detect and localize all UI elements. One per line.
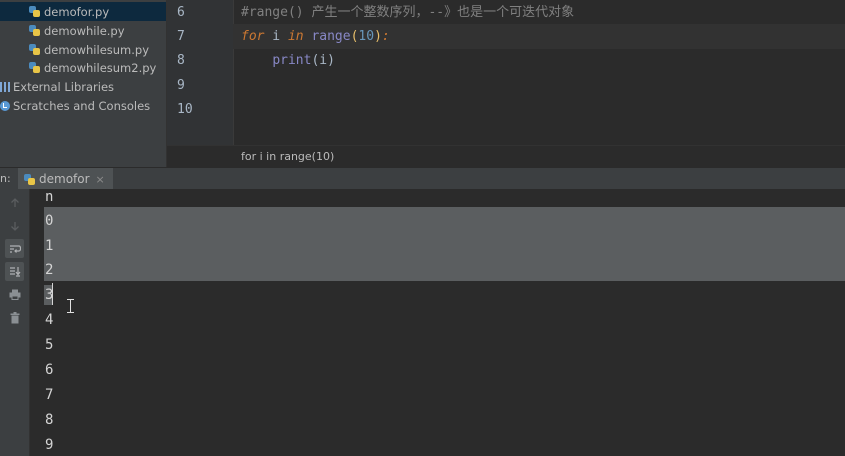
print-icon[interactable]	[5, 285, 24, 304]
code-line-7[interactable]: for i in range(10):	[233, 24, 845, 49]
python-file-icon	[29, 62, 40, 73]
range-function: range	[303, 29, 351, 44]
print-function: print	[272, 53, 312, 68]
scroll-to-end-icon[interactable]	[5, 262, 24, 281]
project-tree: demofor.py demowhile.py demowhilesum.py …	[0, 0, 167, 167]
python-file-icon	[29, 44, 40, 55]
arrow-up-icon[interactable]	[5, 193, 24, 212]
close-icon[interactable]: ×	[96, 173, 105, 186]
text-caret	[52, 283, 53, 305]
code-line-8[interactable]: print(i)	[241, 48, 845, 73]
console-line: 3	[45, 287, 54, 303]
run-tab-label: demofor	[39, 172, 90, 186]
run-toolbar	[0, 189, 30, 456]
console-line: 7	[45, 387, 54, 403]
console-line: 5	[45, 337, 54, 353]
text-cursor-icon	[66, 299, 75, 313]
tree-item-demowhile[interactable]: demowhile.py	[29, 21, 125, 40]
tree-item-demowhilesum[interactable]: demowhilesum.py	[29, 40, 149, 59]
code-line-6[interactable]: #range() 产生一个整数序列，--》也是一个可迭代对象	[241, 0, 845, 25]
range-argument: 10	[358, 29, 375, 44]
console-line: 6	[45, 362, 54, 378]
tree-item-label: demowhilesum2.py	[44, 60, 157, 75]
console-line: n	[45, 189, 54, 205]
console-line: 1	[45, 238, 54, 254]
loop-variable: i	[264, 29, 288, 44]
line-number: 9	[177, 78, 185, 93]
arrow-down-icon[interactable]	[5, 216, 24, 235]
keyword-in: in	[287, 29, 304, 44]
line-number: 7	[177, 29, 185, 44]
run-label: n:	[0, 172, 10, 185]
console-line: 2	[45, 262, 54, 278]
tree-item-label: demofor.py	[44, 4, 110, 19]
console-line: 8	[45, 412, 54, 428]
close-paren: )	[374, 29, 382, 44]
python-file-icon	[29, 6, 40, 17]
breadcrumb[interactable]: for i in range(10)	[167, 145, 845, 168]
comment-text: #range() 产生一个整数序列，--》也是一个可迭代对象	[241, 5, 575, 20]
tree-item-scratches[interactable]: Scratches and Consoles	[0, 96, 150, 115]
line-number: 10	[177, 102, 193, 117]
print-arguments: (i)	[311, 53, 335, 68]
tree-item-demowhilesum2[interactable]: demowhilesum2.py	[29, 58, 156, 77]
code-editor[interactable]: 6 7 8 9 10 #range() 产生一个整数序列，--》也是一个可迭代对…	[167, 0, 845, 168]
trash-icon[interactable]	[5, 308, 24, 327]
tree-item-label: demowhilesum.py	[44, 42, 150, 57]
line-number: 6	[177, 5, 185, 20]
tree-item-label: demowhile.py	[44, 23, 125, 38]
python-file-icon	[24, 173, 35, 185]
scratch-icon	[0, 100, 10, 111]
tree-item-external-libraries[interactable]: External Libraries	[0, 77, 114, 96]
soft-wrap-icon[interactable]	[5, 239, 24, 258]
line-number: 8	[177, 53, 185, 68]
keyword-for: for	[241, 29, 265, 44]
console-line: 4	[45, 312, 54, 328]
run-tool-window-header: n: demofor ×	[0, 167, 845, 190]
python-file-icon	[29, 25, 40, 36]
tree-item-demofor[interactable]: demofor.py	[0, 2, 166, 21]
tree-item-label: Scratches and Consoles	[13, 98, 151, 113]
run-console-output[interactable]: n 0 1 2 3 4 5 6 7 8 9	[30, 189, 845, 456]
library-icon	[0, 81, 10, 92]
console-line: 0	[45, 213, 54, 229]
run-tab-demofor[interactable]: demofor ×	[18, 168, 113, 190]
line-number-gutter: 6 7 8 9 10	[167, 0, 234, 145]
console-line: 9	[45, 437, 54, 453]
tree-item-label: External Libraries	[13, 79, 115, 94]
colon: :	[381, 29, 390, 44]
